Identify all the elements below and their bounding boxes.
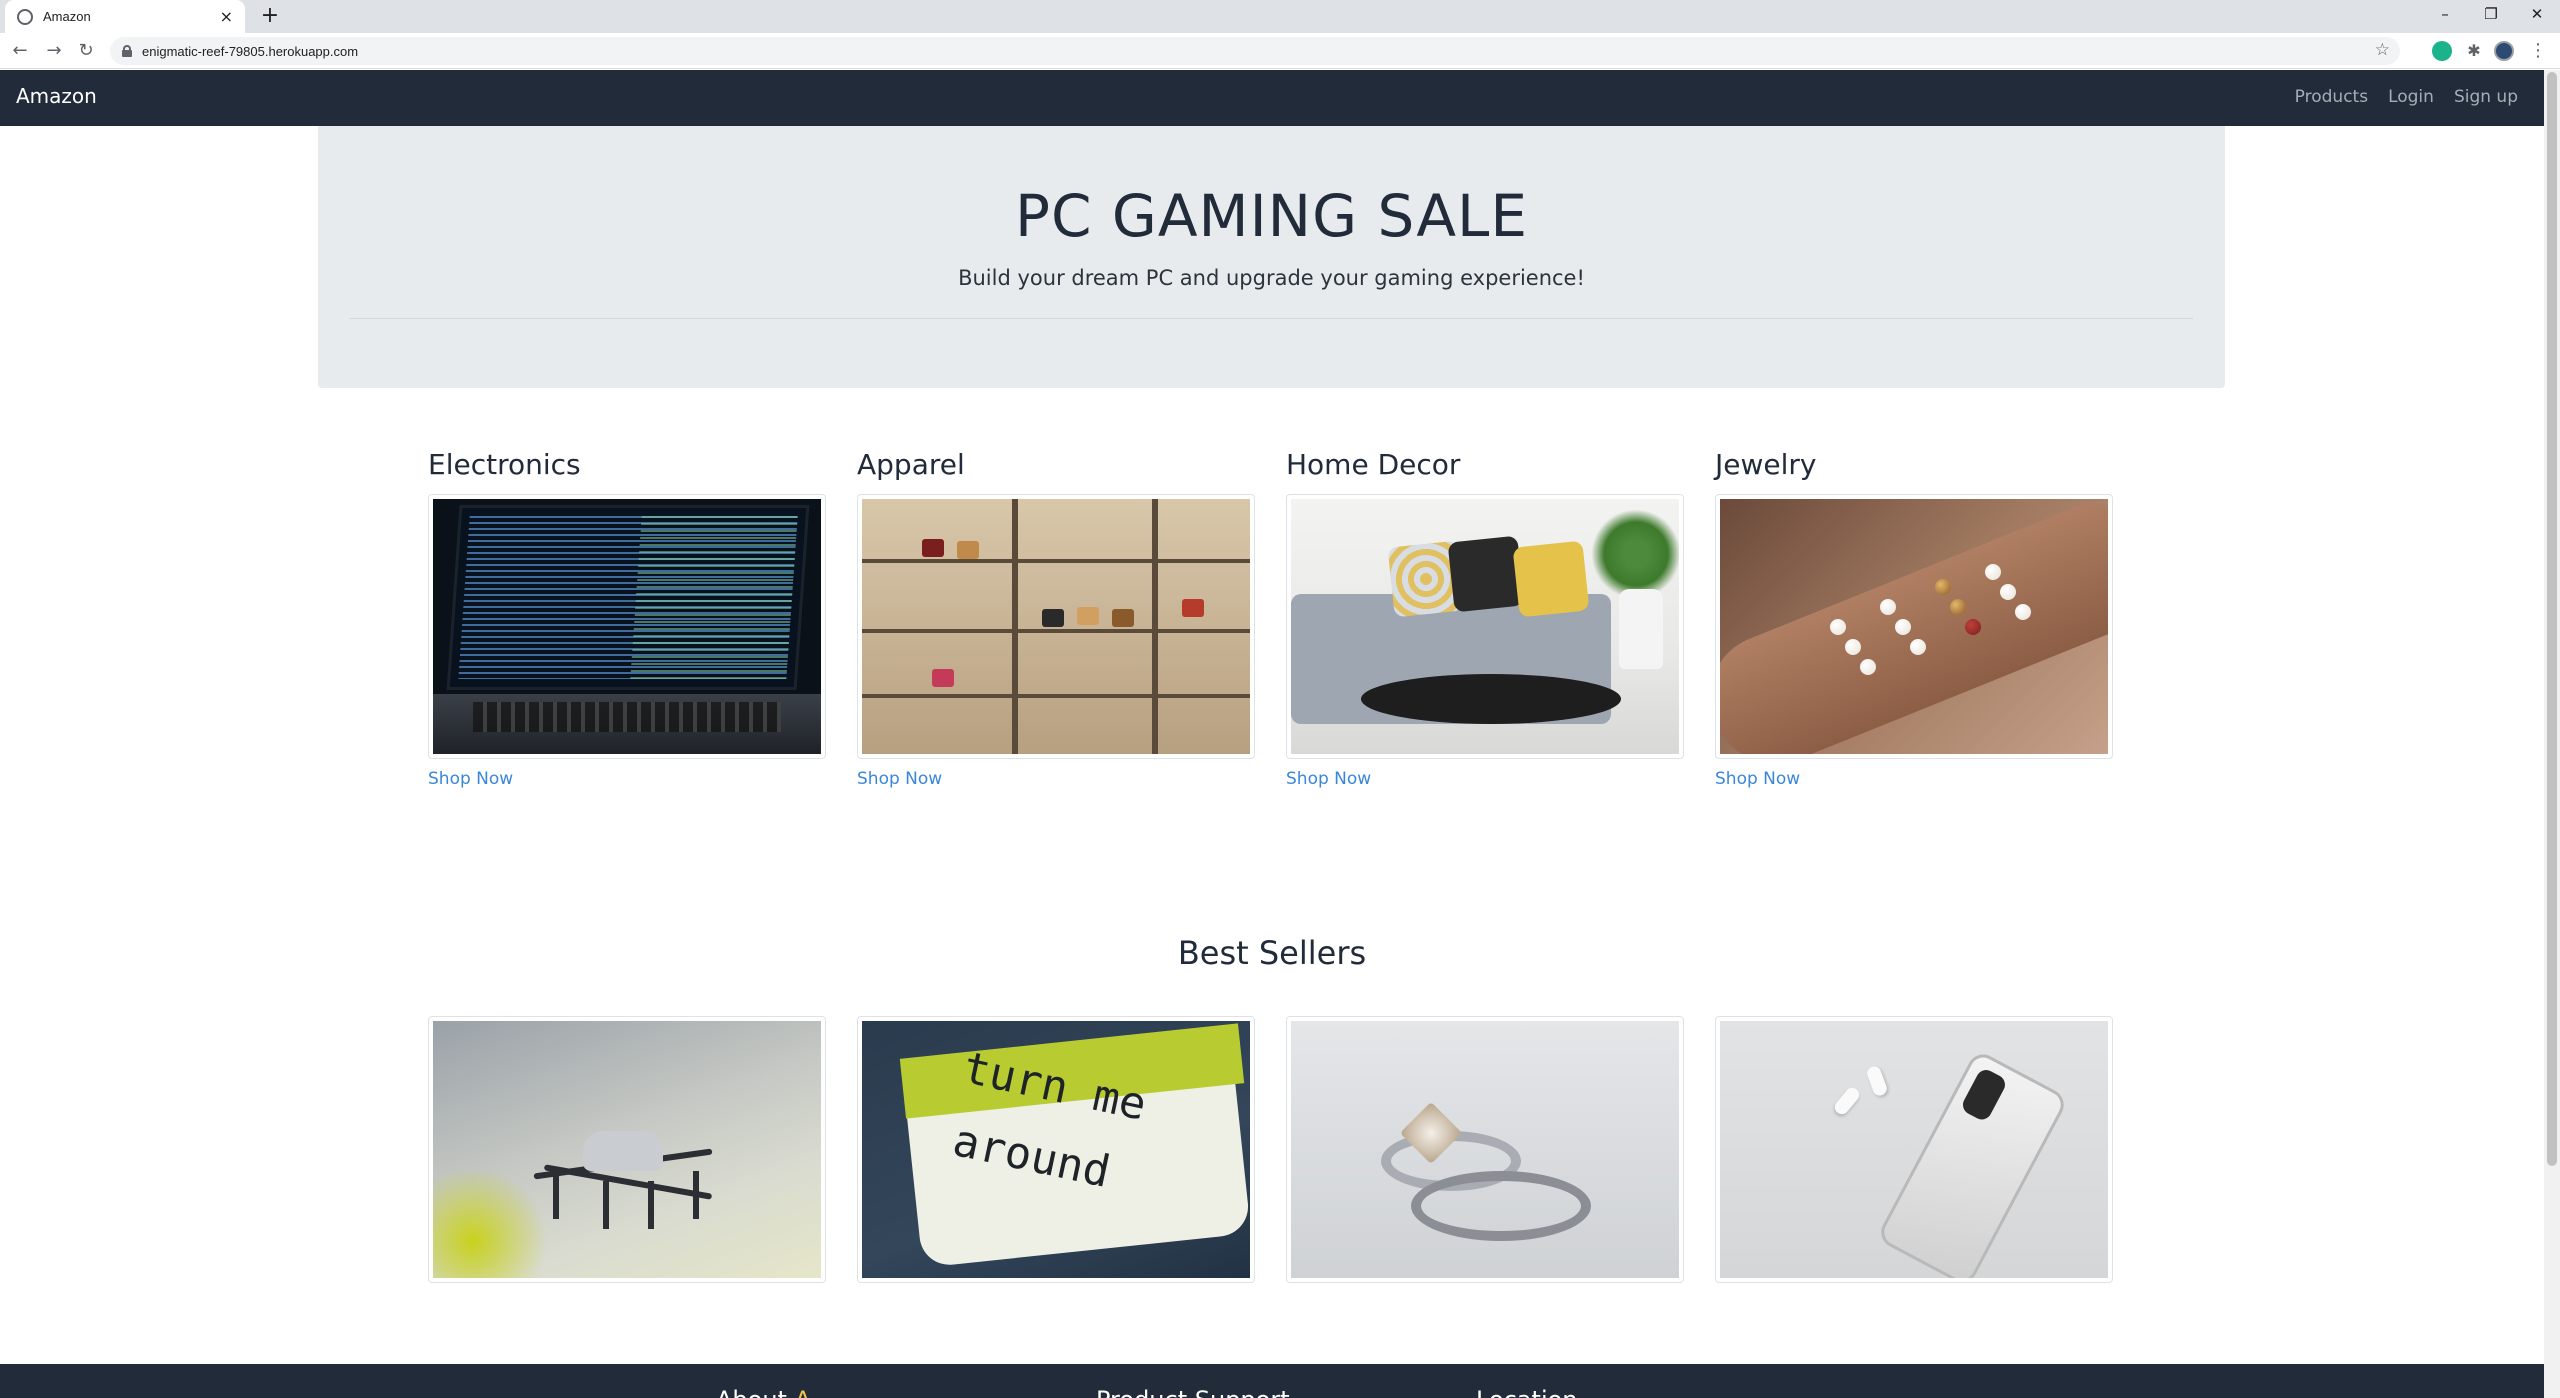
minimize-button[interactable]: – bbox=[2422, 0, 2468, 30]
lock-icon bbox=[122, 45, 132, 57]
best-seller-card[interactable]: turn me around bbox=[857, 1016, 1255, 1283]
phone-airpods-image bbox=[1720, 1021, 2108, 1278]
category-image-frame[interactable] bbox=[1715, 494, 2113, 759]
boutique-store-image bbox=[862, 499, 1250, 754]
browser-tab-strip: Amazon × + – ❐ ✕ bbox=[0, 0, 2560, 33]
nav-link-products[interactable]: Products bbox=[2295, 87, 2368, 107]
profile-avatar[interactable] bbox=[2494, 41, 2514, 61]
hero-subtitle: Build your dream PC and upgrade your gam… bbox=[958, 266, 1585, 290]
category-title: Jewelry bbox=[1715, 448, 1817, 481]
nav-link-login[interactable]: Login bbox=[2388, 87, 2434, 107]
category-card-jewelry: Jewelry Shop Now bbox=[1715, 448, 2113, 789]
footer-support-heading: Product Support bbox=[1096, 1386, 1290, 1398]
browser-toolbar: ← → ↻ enigmatic-reef-79805.herokuapp.com… bbox=[0, 33, 2560, 69]
drone-image bbox=[433, 1021, 821, 1278]
new-tab-button[interactable]: + bbox=[258, 4, 282, 28]
forward-icon[interactable]: → bbox=[42, 39, 66, 63]
best-seller-card[interactable] bbox=[428, 1016, 826, 1283]
footer-location-heading: Location bbox=[1476, 1386, 1578, 1398]
brand-link[interactable]: Amazon bbox=[16, 84, 97, 108]
category-image-frame[interactable] bbox=[857, 494, 1255, 759]
reload-icon[interactable]: ↻ bbox=[74, 39, 98, 63]
address-bar[interactable]: enigmatic-reef-79805.herokuapp.com ☆ bbox=[110, 37, 2400, 65]
grammarly-extension-icon[interactable] bbox=[2432, 41, 2452, 61]
bookmark-star-icon[interactable]: ☆ bbox=[2375, 40, 2390, 60]
shop-now-link[interactable]: Shop Now bbox=[1715, 769, 2113, 789]
nav-links: Products Login Sign up bbox=[2295, 87, 2518, 107]
hero-divider bbox=[350, 318, 2193, 319]
footer-about-heading: About A bbox=[716, 1386, 811, 1398]
page-scrollbar[interactable] bbox=[2544, 70, 2560, 1398]
laptop-code-image bbox=[433, 499, 821, 754]
shop-now-link[interactable]: Shop Now bbox=[857, 769, 1255, 789]
maximize-button[interactable]: ❐ bbox=[2468, 0, 2514, 30]
scrollbar-thumb[interactable] bbox=[2547, 72, 2557, 1166]
url-text: enigmatic-reef-79805.herokuapp.com bbox=[142, 43, 359, 59]
hero-banner: PC GAMING SALE Build your dream PC and u… bbox=[318, 126, 2225, 388]
tab-close-icon[interactable]: × bbox=[220, 7, 233, 26]
category-title: Electronics bbox=[428, 448, 581, 481]
best-seller-card[interactable] bbox=[1715, 1016, 2113, 1283]
shop-now-link[interactable]: Shop Now bbox=[1286, 769, 1684, 789]
category-card-home-decor: Home Decor Shop Now bbox=[1286, 448, 1684, 789]
best-seller-card[interactable] bbox=[1286, 1016, 1684, 1283]
pillow-image: turn me around bbox=[862, 1021, 1250, 1278]
site-navbar: Amazon Products Login Sign up bbox=[0, 70, 2544, 126]
category-title: Apparel bbox=[857, 448, 965, 481]
category-card-apparel: Apparel Shop Now bbox=[857, 448, 1255, 789]
category-title: Home Decor bbox=[1286, 448, 1461, 481]
window-close-button[interactable]: ✕ bbox=[2514, 0, 2560, 30]
ring-image bbox=[1291, 1021, 1679, 1278]
menu-kebab-icon[interactable]: ⋮ bbox=[2528, 41, 2548, 61]
extensions-puzzle-icon[interactable]: ✱ bbox=[2464, 41, 2484, 61]
bracelets-image bbox=[1720, 499, 2108, 754]
globe-icon bbox=[17, 8, 33, 25]
category-image-frame[interactable] bbox=[428, 494, 826, 759]
site-footer: About A Product Support Location bbox=[0, 1364, 2544, 1398]
category-card-electronics: Electronics Shop Now bbox=[428, 448, 826, 789]
back-icon[interactable]: ← bbox=[8, 39, 32, 63]
nav-link-signup[interactable]: Sign up bbox=[2454, 87, 2518, 107]
hero-title: PC GAMING SALE bbox=[1015, 182, 1528, 250]
living-room-image bbox=[1291, 499, 1679, 754]
tab-title: Amazon bbox=[43, 9, 91, 24]
shop-now-link[interactable]: Shop Now bbox=[428, 769, 826, 789]
category-image-frame[interactable] bbox=[1286, 494, 1684, 759]
browser-tab[interactable]: Amazon × bbox=[5, 0, 245, 33]
best-sellers-title: Best Sellers bbox=[1177, 934, 1367, 972]
